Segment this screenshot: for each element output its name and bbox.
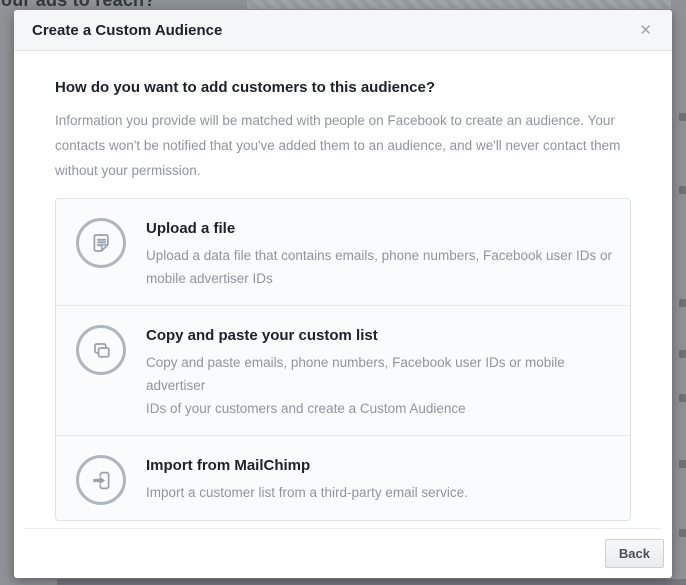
option-description: Copy and paste emails, phone numbers, Fa… <box>146 351 620 420</box>
backdrop-fragment <box>679 529 686 537</box>
backdrop-fragment <box>679 186 686 194</box>
back-button[interactable]: Back <box>605 539 664 568</box>
option-title: Upload a file <box>146 219 612 238</box>
dialog-footer: Back <box>24 528 662 578</box>
backdrop-bottom-band <box>57 579 686 585</box>
option-copy-paste-list[interactable]: Copy and paste your custom list Copy and… <box>56 305 630 435</box>
privacy-description: Information you provide will be matched … <box>55 108 631 183</box>
option-title: Copy and paste your custom list <box>146 326 620 345</box>
option-description: Import a customer list from a third-part… <box>146 481 468 504</box>
import-arrow-icon <box>76 455 126 505</box>
dialog-title: Create a Custom Audience <box>32 22 222 39</box>
backdrop-fragment <box>679 394 686 402</box>
dialog-body: How do you want to add customers to this… <box>14 51 672 521</box>
create-custom-audience-dialog: Create a Custom Audience ✕ How do you wa… <box>14 10 672 578</box>
backdrop-fragment <box>679 299 686 307</box>
close-icon[interactable]: ✕ <box>637 21 654 40</box>
audience-options-list: Upload a file Upload a data file that co… <box>55 198 631 521</box>
backdrop-fragment <box>679 350 686 358</box>
dialog-header: Create a Custom Audience ✕ <box>14 10 672 51</box>
option-text: Copy and paste your custom list Copy and… <box>146 325 620 420</box>
document-icon <box>76 218 126 268</box>
option-description: Upload a data file that contains emails,… <box>146 244 612 290</box>
option-title: Import from MailChimp <box>146 456 468 475</box>
backdrop-fragment <box>679 113 686 121</box>
copy-icon <box>76 325 126 375</box>
option-text: Upload a file Upload a data file that co… <box>146 218 612 290</box>
backdrop-fragment <box>679 460 686 468</box>
backdrop-striped-bar <box>247 0 671 9</box>
option-import-mailchimp[interactable]: Import from MailChimp Import a customer … <box>56 435 630 520</box>
question-heading: How do you want to add customers to this… <box>55 78 631 97</box>
option-upload-file[interactable]: Upload a file Upload a data file that co… <box>56 199 630 305</box>
option-text: Import from MailChimp Import a customer … <box>146 455 468 504</box>
